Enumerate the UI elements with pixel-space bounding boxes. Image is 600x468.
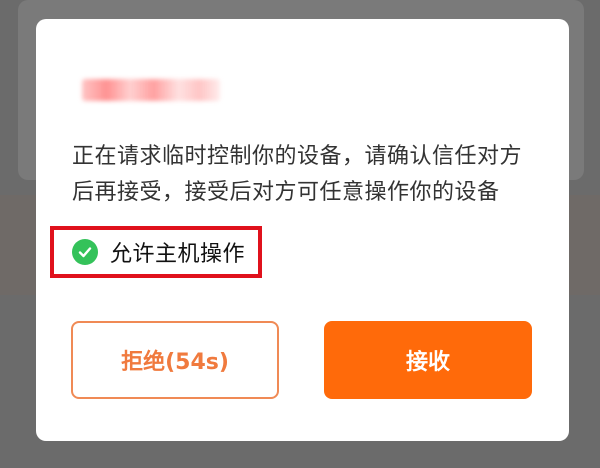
check-circle-icon (72, 239, 98, 265)
request-message: 正在请求临时控制你的设备，请确认信任对方 后再接受，接受后对方可任意操作你的设备 (72, 139, 542, 211)
remote-control-request-dialog: 正在请求临时控制你的设备，请确认信任对方 后再接受，接受后对方可任意操作你的设备… (36, 19, 569, 441)
requester-name-blurred (82, 79, 220, 101)
allow-host-control-label: 允许主机操作 (110, 242, 246, 267)
accept-button[interactable]: 接收 (324, 321, 532, 399)
request-message-line: 正在请求临时控制你的设备，请确认信任对方 (72, 144, 523, 169)
reject-button[interactable]: 拒绝(54s) (71, 321, 279, 399)
allow-host-control-checkbox[interactable]: 允许主机操作 (50, 226, 262, 278)
request-message-line: 后再接受，接受后对方可任意操作你的设备 (72, 180, 500, 205)
